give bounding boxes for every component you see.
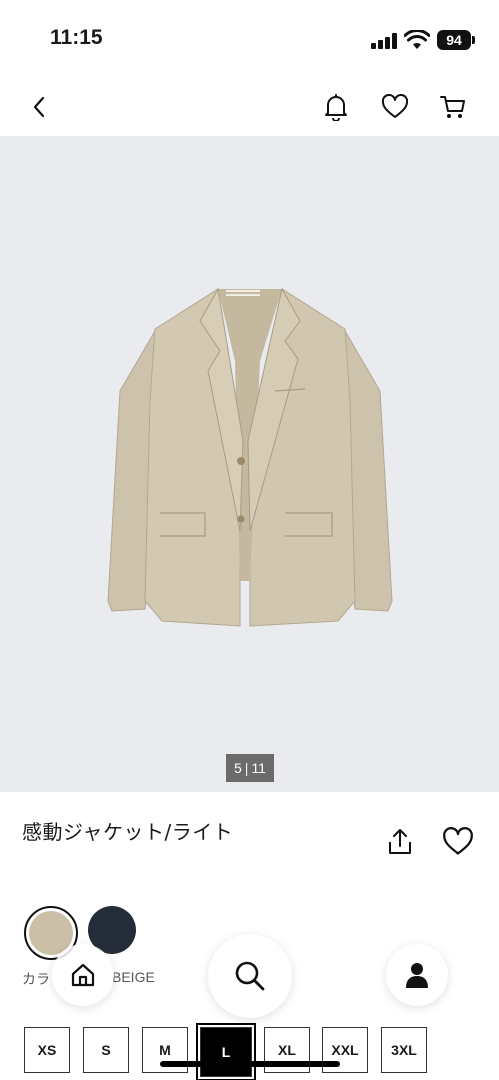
cart-icon xyxy=(440,96,465,118)
notification-button[interactable] xyxy=(319,90,353,124)
user-icon xyxy=(406,963,428,988)
share-button[interactable] xyxy=(384,826,416,858)
status-time: 11:15 xyxy=(50,26,103,49)
product-image-gallery[interactable]: 5 | 11 xyxy=(0,136,499,792)
home-indicator xyxy=(160,1061,340,1067)
page-separator: | xyxy=(244,760,249,776)
status-bar: 11:15 94 xyxy=(0,0,499,80)
image-page-counter: 5 | 11 xyxy=(226,754,274,782)
back-button[interactable] xyxy=(22,90,56,124)
signal-icon xyxy=(371,33,399,49)
size-option-3xl[interactable]: 3XL xyxy=(381,1027,427,1073)
size-option-s[interactable]: S xyxy=(83,1027,129,1073)
size-selector: XS S M L XL XXL 3XL xyxy=(24,1023,444,1080)
color-value: BEIGE xyxy=(112,969,155,985)
wifi-icon xyxy=(404,30,430,49)
top-nav xyxy=(0,80,499,136)
search-button[interactable] xyxy=(208,934,292,1018)
color-label: カラ xyxy=(22,971,50,987)
cart-button[interactable] xyxy=(436,90,470,124)
chevron-left-icon xyxy=(33,96,45,118)
battery-tip xyxy=(472,36,475,44)
home-button[interactable] xyxy=(52,944,114,1006)
image-page-total: 11 xyxy=(251,760,266,776)
product-title: 感動ジャケット/ライト xyxy=(22,820,234,844)
size-option-xs[interactable]: XS xyxy=(24,1027,70,1073)
image-page-current: 5 xyxy=(234,760,242,776)
bell-icon xyxy=(325,94,347,121)
home-icon xyxy=(71,963,95,987)
wishlist-button[interactable] xyxy=(378,90,412,124)
search-icon xyxy=(235,961,265,991)
heart-icon xyxy=(381,94,409,118)
product-image xyxy=(107,287,393,627)
size-option-l[interactable]: L xyxy=(196,1023,256,1080)
favorite-button[interactable] xyxy=(442,826,474,858)
share-icon xyxy=(389,829,411,854)
battery-icon: 94 xyxy=(437,30,471,50)
heart-icon xyxy=(443,827,473,855)
account-button[interactable] xyxy=(386,944,448,1006)
